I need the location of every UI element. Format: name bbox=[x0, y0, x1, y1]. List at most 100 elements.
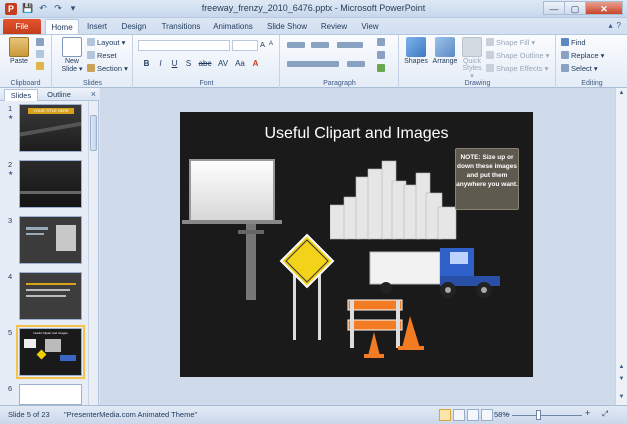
find-button[interactable]: Find bbox=[561, 38, 586, 47]
tab-review[interactable]: Review bbox=[318, 19, 350, 34]
minimize-button[interactable]: — bbox=[543, 1, 565, 15]
cut-icon bbox=[36, 38, 44, 46]
bullets-button[interactable] bbox=[287, 40, 307, 49]
new-slide-button[interactable]: New Slide ▾ bbox=[59, 37, 85, 73]
tab-animations[interactable]: Animations bbox=[210, 19, 256, 34]
paste-icon bbox=[9, 37, 29, 57]
slide-sorter-button[interactable] bbox=[453, 409, 465, 421]
numbering-button[interactable] bbox=[311, 40, 331, 49]
shape-outline-button[interactable]: Shape Outline ▾ bbox=[486, 51, 549, 60]
slide-canvas[interactable]: Useful Clipart and Images NOTE: Size up … bbox=[180, 112, 533, 377]
close-button[interactable]: ✕ bbox=[585, 1, 623, 15]
strikethrough-button[interactable]: abc bbox=[198, 59, 212, 68]
barricade-cones-image[interactable] bbox=[340, 290, 440, 365]
arrange-icon bbox=[435, 37, 455, 57]
tab-transitions[interactable]: Transitions bbox=[158, 19, 204, 34]
next-slide-icon[interactable]: ▼ bbox=[616, 376, 627, 382]
format-painter-button[interactable] bbox=[36, 62, 46, 71]
reset-icon bbox=[87, 51, 95, 59]
slide-title[interactable]: Useful Clipart and Images bbox=[180, 125, 533, 143]
tab-outline[interactable]: Outline bbox=[42, 89, 76, 101]
replace-button[interactable]: Replace ▾ bbox=[561, 51, 604, 60]
layout-button[interactable]: Layout ▾ bbox=[87, 38, 125, 47]
tab-slide-show[interactable]: Slide Show bbox=[263, 19, 311, 34]
panel-scroll-thumb[interactable] bbox=[90, 115, 97, 151]
ribbon-tabs: File Home Insert Design Transitions Anim… bbox=[0, 18, 627, 34]
bullets-icon bbox=[287, 42, 305, 48]
grow-font-button[interactable]: A bbox=[260, 40, 265, 49]
columns-icon bbox=[347, 61, 365, 67]
note-callout[interactable]: NOTE: Size up or down these images and p… bbox=[455, 148, 519, 210]
text-direction-button[interactable] bbox=[377, 38, 387, 47]
zoom-out-button[interactable]: − bbox=[505, 409, 510, 419]
road-sign-image[interactable] bbox=[278, 232, 342, 342]
reset-button[interactable]: Reset bbox=[87, 51, 117, 60]
drawing-group: Shapes Arrange Quick Styles ▾ Shape Fill… bbox=[400, 35, 556, 88]
maximize-button[interactable]: ▢ bbox=[564, 1, 586, 15]
tab-insert[interactable]: Insert bbox=[83, 19, 111, 34]
shapes-button[interactable]: Shapes bbox=[403, 37, 429, 65]
find-icon bbox=[561, 38, 569, 46]
slide-number: 1 bbox=[8, 104, 13, 113]
clipboard-group: Paste Clipboard bbox=[0, 35, 52, 88]
copy-button[interactable] bbox=[36, 50, 46, 59]
scroll-down-icon[interactable]: ▼ bbox=[616, 394, 627, 400]
font-size-combo[interactable] bbox=[232, 40, 258, 51]
change-case-button[interactable]: Aa bbox=[234, 59, 246, 68]
character-spacing-button[interactable]: AV bbox=[217, 59, 229, 68]
section-button[interactable]: Section ▾ bbox=[87, 64, 128, 73]
columns-button[interactable] bbox=[347, 59, 367, 68]
shadow-button[interactable]: S bbox=[184, 59, 193, 68]
font-group: A A B I U S abc AV Aa A Font bbox=[134, 35, 280, 88]
replace-icon bbox=[561, 51, 569, 59]
zoom-in-button[interactable]: + bbox=[585, 408, 590, 418]
panel-scrollbar[interactable] bbox=[88, 101, 98, 405]
billboard-image[interactable] bbox=[180, 152, 290, 302]
bold-button[interactable]: B bbox=[142, 59, 151, 68]
slide-indicator: Slide 5 of 23 bbox=[8, 410, 50, 419]
editing-label: Editing bbox=[581, 80, 603, 87]
tab-file[interactable]: File bbox=[3, 19, 41, 34]
shape-effects-button[interactable]: Shape Effects ▾ bbox=[486, 64, 548, 73]
zoom-slider-knob[interactable] bbox=[536, 410, 541, 420]
normal-view-button[interactable] bbox=[439, 409, 451, 421]
tab-view[interactable]: View bbox=[357, 19, 383, 34]
indent-buttons[interactable] bbox=[337, 40, 365, 49]
shape-fill-button[interactable]: Shape Fill ▾ bbox=[486, 38, 535, 47]
scroll-up-icon[interactable]: ▲ bbox=[616, 90, 627, 96]
smartart-button[interactable] bbox=[377, 64, 387, 73]
close-panel-icon[interactable]: × bbox=[91, 89, 96, 99]
font-color-button[interactable]: A bbox=[251, 59, 260, 68]
window-title: freeway_frenzy_2010_6476.pptx - Microsof… bbox=[201, 3, 426, 13]
italic-button[interactable]: I bbox=[156, 59, 165, 68]
theme-name[interactable]: "PresenterMedia.com Animated Theme" bbox=[64, 410, 197, 419]
tab-home[interactable]: Home bbox=[45, 19, 79, 34]
format-painter-icon bbox=[36, 62, 44, 70]
reading-view-button[interactable] bbox=[467, 409, 479, 421]
quick-styles-button[interactable]: Quick Styles ▾ bbox=[460, 37, 484, 80]
underline-button[interactable]: U bbox=[170, 59, 179, 68]
help-icon[interactable]: ? bbox=[617, 21, 621, 30]
cut-button[interactable] bbox=[36, 38, 46, 47]
fit-to-window-icon[interactable]: ⤢ bbox=[602, 409, 608, 419]
tab-design[interactable]: Design bbox=[117, 19, 151, 34]
slide-show-button[interactable] bbox=[481, 409, 493, 421]
previous-slide-icon[interactable]: ▲ bbox=[616, 364, 627, 370]
editor-scrollbar[interactable]: ▲ ▲ ▼ ▼ bbox=[615, 88, 627, 405]
shapes-icon bbox=[406, 37, 426, 57]
align-buttons[interactable] bbox=[287, 59, 341, 68]
animation-star-icon: ★ bbox=[8, 171, 14, 177]
arrange-button[interactable]: Arrange bbox=[431, 37, 459, 65]
city-buildings-image[interactable] bbox=[330, 157, 465, 242]
slide-1-preview: YOUR TITLE HERE bbox=[19, 104, 82, 152]
slides-panel: Slides Outline × 1 ★ YOUR TITLE HERE 2 ★… bbox=[0, 88, 99, 405]
zoom-slider[interactable] bbox=[512, 415, 582, 416]
minimize-ribbon-icon[interactable]: ▴ bbox=[609, 21, 613, 30]
paste-button[interactable]: Paste bbox=[4, 37, 34, 65]
tab-slides[interactable]: Slides bbox=[4, 89, 38, 101]
slide-number: 4 bbox=[8, 272, 13, 281]
select-button[interactable]: Select ▾ bbox=[561, 64, 598, 73]
align-text-button[interactable] bbox=[377, 51, 387, 60]
shrink-font-button[interactable]: A bbox=[269, 41, 273, 47]
font-name-combo[interactable] bbox=[138, 40, 230, 51]
